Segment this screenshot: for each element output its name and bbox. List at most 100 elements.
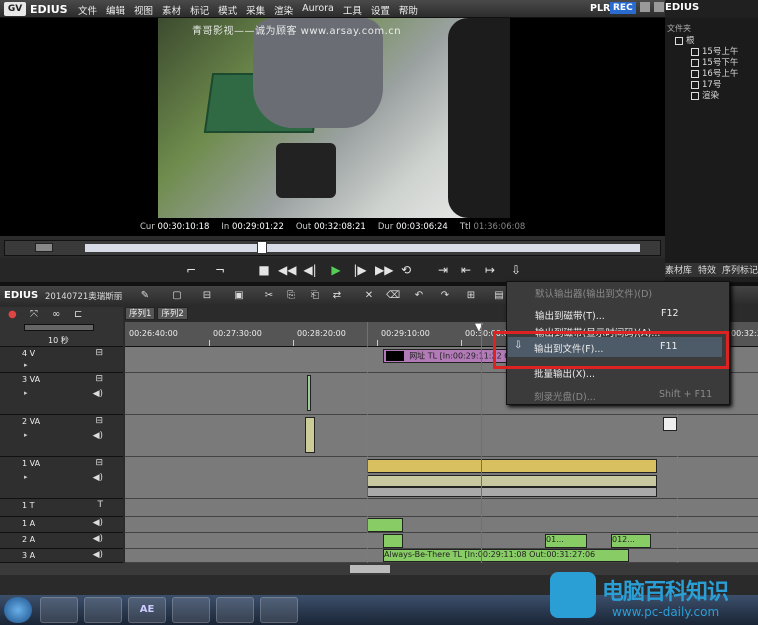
clip-2a[interactable] — [383, 534, 403, 548]
snap-icon[interactable]: ⊞ — [464, 289, 478, 302]
speaker-icon[interactable]: ◀) — [93, 431, 103, 441]
set-in-icon[interactable]: ⌐ — [183, 262, 199, 278]
expand-icon[interactable]: ▸ — [24, 473, 28, 481]
lane-3a[interactable]: Always-Be-There TL [In:00:29:11:08 Out:0… — [125, 549, 758, 563]
lane-2a[interactable]: 01... 012... — [125, 533, 758, 549]
redo-icon[interactable]: ↷ — [438, 289, 452, 302]
timeline-cursor[interactable] — [481, 322, 482, 563]
menu-mode[interactable]: 模式 — [218, 3, 237, 17]
menu-default-exporter[interactable]: 默认输出器(输出到文件)(D) — [535, 286, 652, 300]
playhead-handle[interactable] — [257, 241, 267, 254]
copy-icon[interactable]: ⎘ — [284, 289, 298, 302]
expand-icon[interactable]: ▸ — [24, 389, 28, 397]
clip-1a[interactable] — [367, 518, 403, 532]
open-icon[interactable]: ⊟ — [200, 289, 214, 302]
clip-1va-audio2[interactable] — [367, 487, 657, 497]
replace-icon[interactable]: ⇄ — [330, 289, 344, 302]
ripple-delete-icon[interactable]: ⌫ — [386, 289, 400, 302]
menu-render[interactable]: 渲染 — [274, 3, 293, 17]
sync-icon[interactable]: ⤧ — [30, 309, 38, 320]
menu-file[interactable]: 文件 — [78, 3, 97, 17]
menu-tools[interactable]: 工具 — [343, 3, 362, 17]
track-header-3a[interactable]: 3 A ◀) — [0, 549, 123, 563]
clip-2a-b[interactable]: 01... — [545, 534, 587, 548]
new-sequence-icon[interactable]: ▢ — [170, 289, 184, 302]
lane-1a[interactable] — [125, 517, 758, 533]
tab-bin[interactable]: 素材库 — [665, 263, 692, 277]
minimize-icon[interactable] — [640, 2, 650, 12]
speaker-icon[interactable]: ◀) — [93, 473, 103, 483]
media-player-taskbar-icon[interactable] — [172, 597, 210, 623]
zoom-slider[interactable] — [24, 324, 94, 331]
set-out-icon[interactable]: ¬ — [212, 262, 228, 278]
scrub-track[interactable] — [85, 244, 640, 252]
clip-small[interactable] — [305, 417, 315, 453]
track-header-1va[interactable]: 1 VA ⊟ ◀) ▸ — [0, 457, 123, 499]
tab-effects[interactable]: 特效 — [698, 263, 716, 277]
render-icon[interactable]: ▤ — [492, 289, 506, 302]
scroll-thumb[interactable] — [350, 565, 390, 573]
menu-capture[interactable]: 采集 — [246, 3, 265, 17]
tab-sequence-markers[interactable]: 序列标记 — [722, 263, 758, 277]
edit-mode-icon[interactable]: ✎ — [138, 289, 152, 302]
title-icon[interactable]: T — [98, 500, 104, 510]
speaker-icon[interactable]: ◀) — [93, 534, 103, 544]
start-button[interactable] — [4, 597, 32, 623]
video-icon[interactable]: ⊟ — [95, 458, 103, 468]
lane-1va[interactable] — [125, 457, 758, 499]
track-header-2a[interactable]: 2 A ◀) — [0, 533, 123, 549]
save-icon[interactable]: ▣ — [232, 289, 246, 302]
menu-marker[interactable]: 标记 — [190, 3, 209, 17]
track-header-2va[interactable]: 2 VA ⊟ ◀) ▸ — [0, 415, 123, 457]
menu-output-to-tape[interactable]: 输出到磁带(T)... — [535, 308, 605, 322]
menu-burn-disc[interactable]: 刻录光盘(D)... — [534, 389, 596, 403]
track-header-1t[interactable]: 1 TT — [0, 499, 123, 517]
clip-3a[interactable]: Always-Be-There TL [In:00:29:11:08 Out:0… — [383, 549, 629, 562]
group-icon[interactable]: ⊏ — [74, 309, 82, 320]
cut-icon[interactable]: ✂ — [262, 289, 276, 302]
rewind-icon[interactable]: ◀◀ — [278, 262, 296, 278]
zoom-level[interactable]: 10 秒 — [48, 335, 69, 346]
paint-taskbar-icon[interactable] — [260, 597, 298, 623]
paste-icon[interactable]: ⎗ — [308, 289, 322, 302]
menu-settings[interactable]: 设置 — [371, 3, 390, 17]
clip-1va-video[interactable] — [367, 459, 657, 473]
after-effects-taskbar-icon[interactable]: AE — [128, 597, 166, 623]
clip-transition[interactable] — [663, 417, 677, 431]
tab-sequence-2[interactable]: 序列2 — [157, 307, 188, 320]
menu-edit[interactable]: 编辑 — [106, 3, 125, 17]
plr-mode-toggle[interactable]: PLR — [590, 3, 610, 14]
menu-help[interactable]: 帮助 — [399, 3, 418, 17]
speaker-icon[interactable]: ◀) — [93, 550, 103, 560]
output-icon[interactable]: ⇩ — [508, 262, 524, 278]
edius-taskbar-icon[interactable] — [84, 597, 122, 623]
clip-2a-c[interactable]: 012... — [611, 534, 651, 548]
expand-icon[interactable]: ▸ — [24, 431, 28, 439]
maximize-icon[interactable] — [654, 2, 664, 12]
expand-icon[interactable]: ▸ — [24, 361, 28, 369]
browser-taskbar-icon[interactable] — [216, 597, 254, 623]
playhead-marker-icon[interactable]: ▼ — [475, 322, 489, 333]
position-scrubber[interactable] — [4, 240, 661, 256]
delete-icon[interactable]: ✕ — [362, 289, 376, 302]
menu-clip[interactable]: 素材 — [162, 3, 181, 17]
play-icon[interactable]: ▶ — [328, 262, 344, 278]
explorer-taskbar-icon[interactable] — [40, 597, 78, 623]
clip-1va-audio[interactable] — [367, 475, 657, 487]
loop-icon[interactable]: ⟲ — [398, 262, 414, 278]
stop-icon[interactable]: ■ — [256, 262, 272, 278]
fast-forward-icon[interactable]: ▶▶ — [375, 262, 393, 278]
menu-view[interactable]: 视图 — [134, 3, 153, 17]
tab-sequence-1[interactable]: 序列1 — [125, 307, 156, 320]
clip-small[interactable] — [307, 375, 311, 411]
video-icon[interactable]: ⊟ — [95, 348, 103, 358]
speaker-icon[interactable]: ◀) — [93, 518, 103, 528]
overwrite-icon[interactable]: ⇤ — [458, 262, 474, 278]
undo-icon[interactable]: ↶ — [412, 289, 426, 302]
insert-icon[interactable]: ⇥ — [435, 262, 451, 278]
lane-2va[interactable] — [125, 415, 758, 457]
track-header-4v[interactable]: 4 V ⊟ ▸ — [0, 347, 123, 373]
track-header-3va[interactable]: 3 VA ⊟ ◀) ▸ — [0, 373, 123, 415]
step-back-icon[interactable]: ◀| — [302, 262, 318, 278]
menu-aurora[interactable]: Aurora — [302, 3, 334, 17]
